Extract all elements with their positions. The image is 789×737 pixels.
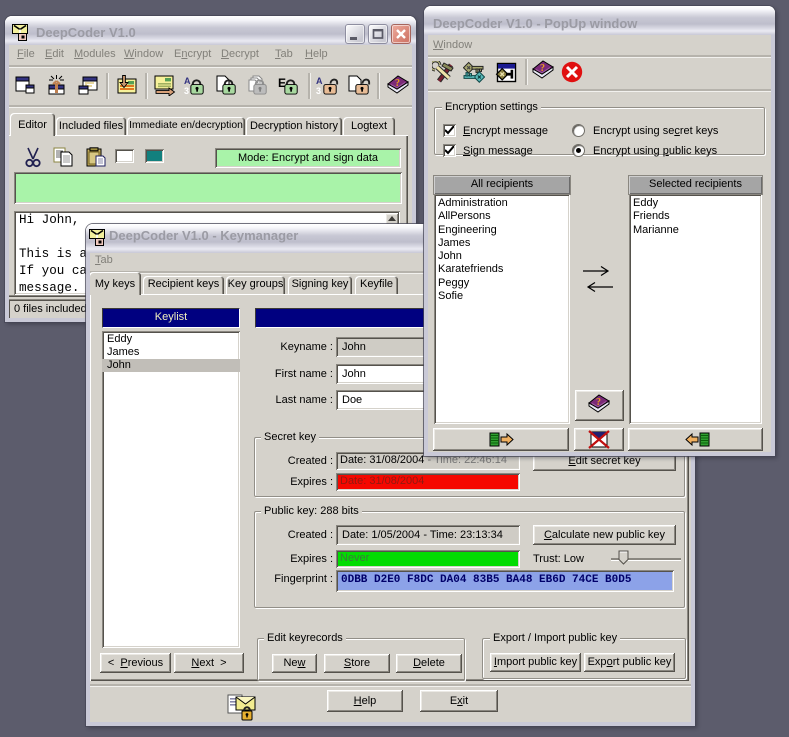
svg-text:3: 3	[316, 86, 321, 96]
svg-text:?: ?	[395, 78, 400, 89]
svg-text:3: 3	[184, 86, 189, 96]
svg-text:A: A	[316, 76, 323, 86]
svg-text:?: ?	[540, 63, 545, 74]
svg-text:A: A	[184, 76, 191, 86]
svg-text:?: ?	[596, 397, 601, 408]
